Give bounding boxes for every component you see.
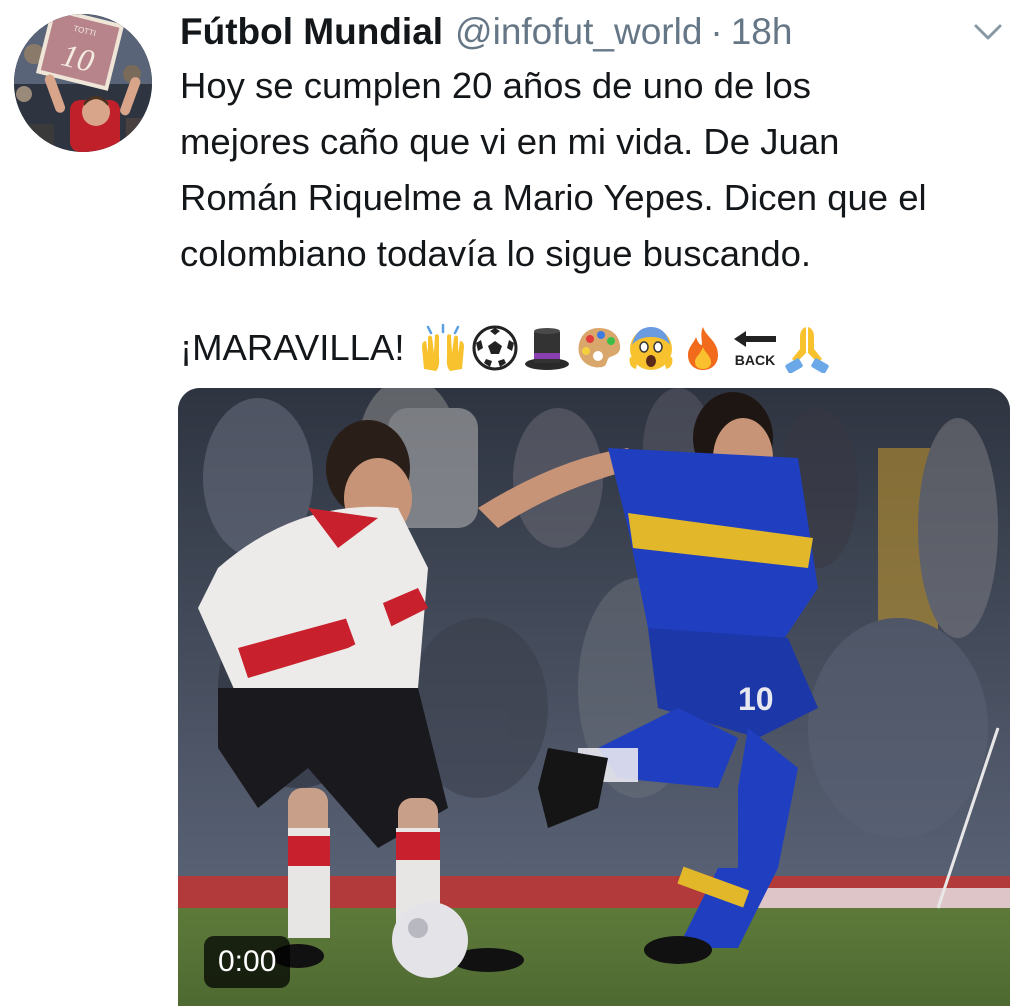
fire-icon	[688, 327, 719, 370]
tweet[interactable]: TOTTI 10 Fútbol Mundial @infofut_world ·…	[0, 0, 1024, 1006]
artist-palette-icon	[579, 328, 621, 368]
avatar-image: TOTTI 10	[14, 14, 152, 152]
top-hat-icon	[525, 328, 570, 370]
back-label: BACK	[735, 352, 775, 368]
video-duration: 0:00	[204, 936, 291, 988]
tweet-timestamp[interactable]: 18h	[731, 8, 793, 56]
tweet-header: Fútbol Mundial @infofut_world · 18h	[180, 8, 792, 56]
back-arrow-icon: BACK	[734, 331, 777, 368]
avatar[interactable]: TOTTI 10	[14, 14, 152, 152]
header-separator: ·	[710, 11, 723, 52]
screaming-face-icon	[630, 327, 673, 370]
tweet-text: Hoy se cumplen 20 años de uno de los mej…	[180, 65, 927, 274]
emoji-row: BACK	[418, 323, 832, 373]
exclaim-text: ¡MARAVILLA!	[180, 327, 405, 368]
soccer-ball-icon	[472, 325, 518, 371]
tweet-exclaim-line: ¡MARAVILLA! BACK	[180, 320, 832, 376]
svg-text:10: 10	[738, 681, 774, 717]
author-handle[interactable]: @infofut_world	[455, 8, 702, 56]
author-name[interactable]: Fútbol Mundial	[180, 8, 443, 56]
folded-hands-icon	[785, 327, 830, 373]
more-options-chevron-down-icon[interactable]	[970, 14, 1006, 50]
video-player[interactable]: 10 0:00	[178, 388, 1010, 1006]
raising-hands-icon	[422, 323, 465, 371]
video-thumbnail: 10	[178, 388, 1010, 1006]
